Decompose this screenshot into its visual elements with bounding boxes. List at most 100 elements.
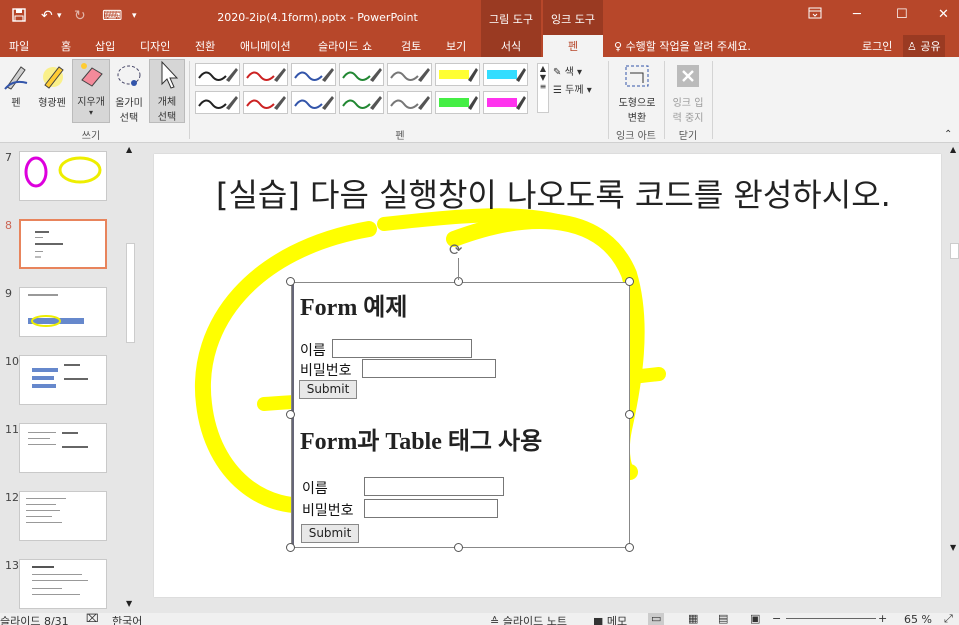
tab-format[interactable]: 서식 — [481, 35, 541, 57]
slideshow-icon[interactable]: ▣ — [750, 613, 760, 625]
scroll-thumb[interactable] — [126, 243, 135, 343]
pen-swatch[interactable] — [195, 91, 240, 114]
spellcheck-icon[interactable]: ⌧ — [86, 613, 99, 625]
save-icon[interactable] — [12, 8, 26, 26]
pen-swatch[interactable] — [387, 91, 432, 114]
undo-icon[interactable]: ↶ — [41, 8, 53, 24]
pen-swatch[interactable] — [195, 63, 240, 86]
password-input-2[interactable] — [364, 499, 498, 518]
pen-swatch[interactable] — [339, 63, 384, 86]
resize-handle[interactable] — [286, 543, 295, 552]
scroll-up-icon[interactable]: ▲ — [126, 145, 132, 154]
slide-title[interactable]: [실습] 다음 실행창이 나오도록 코드를 완성하시오. — [216, 177, 906, 213]
scroll-thumb[interactable] — [950, 243, 959, 259]
pen-swatch[interactable] — [339, 91, 384, 114]
comments-button[interactable]: ■ 메모 — [593, 613, 627, 625]
thickness-dropdown[interactable]: ☰ 두께 ▾ — [553, 81, 592, 96]
zoom-out-icon[interactable]: − — [772, 613, 781, 625]
customize-qat-icon[interactable]: ▾ — [132, 11, 137, 21]
pen-swatch[interactable] — [387, 63, 432, 86]
signin-link[interactable]: 로그인 — [862, 38, 892, 54]
color-dropdown[interactable]: ✎ 색 ▾ — [553, 63, 582, 78]
share-button[interactable]: ♙ 공유 — [903, 35, 945, 57]
name-input-2[interactable] — [364, 477, 504, 496]
editing-scrollbar[interactable]: ▲ ▼ — [950, 143, 959, 613]
pen-swatch[interactable] — [291, 63, 336, 86]
thumbnail-slide-11[interactable] — [19, 423, 107, 473]
tab-home[interactable]: 홈 — [61, 38, 71, 54]
scroll-down-icon[interactable]: ▼ — [126, 599, 132, 608]
gallery-up-icon[interactable]: ▲ — [538, 64, 548, 73]
tab-pen[interactable]: 펜 — [543, 35, 603, 57]
gallery-scroll[interactable]: ▲ ▼ ≡ — [537, 63, 549, 113]
name-input[interactable] — [332, 339, 472, 358]
pen-swatch[interactable] — [243, 91, 288, 114]
eraser-dropdown-icon[interactable]: ▾ — [73, 108, 109, 117]
ribbon-display-options-icon[interactable] — [808, 7, 822, 23]
pen-swatch[interactable] — [291, 91, 336, 114]
thumbnail-slide-13[interactable] — [19, 559, 107, 609]
selected-picture[interactable]: Form 예제 이름 비밀번호 Submit Form과 Table 태그 사용… — [291, 282, 630, 548]
submit-button[interactable]: Submit — [299, 380, 357, 399]
convert-to-shapes-button[interactable]: 도형으로 변환 — [612, 61, 662, 124]
thumbnail-slide-7[interactable] — [19, 151, 107, 201]
slide-sorter-icon[interactable]: ▦ — [688, 613, 698, 625]
lasso-select-button[interactable]: 올가미 선택 — [112, 61, 146, 124]
stop-inking-button[interactable]: 잉크 입 력 중지 — [667, 61, 709, 124]
normal-view-icon[interactable]: ▭ — [648, 613, 665, 625]
pen-swatch[interactable] — [435, 63, 480, 86]
pen-swatch[interactable] — [483, 63, 528, 86]
reading-view-icon[interactable]: ▤ — [718, 613, 728, 625]
tab-file[interactable]: 파일 — [9, 38, 29, 54]
zoom-level[interactable]: 65 % — [904, 613, 932, 625]
pen-swatch[interactable] — [243, 63, 288, 86]
minimize-button[interactable]: ─ — [853, 7, 861, 22]
password-input[interactable] — [362, 359, 496, 378]
thumbnail-slide-10[interactable] — [19, 355, 107, 405]
zoom-slider[interactable] — [786, 618, 876, 619]
pen-tool-button[interactable]: 펜 — [2, 61, 30, 109]
undo-dropdown-icon[interactable]: ▾ — [57, 11, 62, 21]
tab-insert[interactable]: 삽입 — [95, 38, 115, 54]
gallery-down-icon[interactable]: ▼ — [538, 73, 548, 82]
submit-button-2[interactable]: Submit — [301, 524, 359, 543]
resize-handle[interactable] — [625, 277, 634, 286]
object-select-button[interactable]: 개체 선택 — [149, 59, 185, 123]
person-icon: ♙ — [907, 40, 917, 53]
tab-slideshow[interactable]: 슬라이드 쇼 — [318, 38, 372, 54]
tab-view[interactable]: 보기 — [446, 38, 466, 54]
tell-me-search[interactable]: ♀ 수행할 작업을 알려 주세요. — [614, 38, 751, 54]
fit-to-window-icon[interactable]: ⤢ — [944, 613, 953, 625]
collapse-ribbon-icon[interactable]: ⌃ — [944, 129, 952, 140]
tab-design[interactable]: 디자인 — [140, 38, 170, 54]
notes-button[interactable]: ≙ 슬라이드 노트 — [490, 613, 567, 625]
scroll-up-icon[interactable]: ▲ — [950, 145, 956, 154]
thumbnail-scrollbar[interactable]: ▲ ▼ — [123, 143, 138, 613]
resize-handle[interactable] — [286, 277, 295, 286]
pen-swatch[interactable] — [435, 91, 480, 114]
tab-animations[interactable]: 애니메이션 — [240, 38, 291, 54]
gallery-more-icon[interactable]: ≡ — [538, 82, 548, 91]
language[interactable]: 한국어 — [112, 613, 142, 625]
close-button[interactable]: ✕ — [938, 7, 949, 22]
resize-handle[interactable] — [625, 410, 634, 419]
slide-number: 7 — [5, 151, 12, 164]
thumbnail-slide-8[interactable] — [19, 219, 107, 269]
maximize-button[interactable]: ☐ — [896, 7, 908, 22]
eraser-button[interactable]: 지우개 ▾ — [72, 59, 110, 123]
tab-transitions[interactable]: 전환 — [195, 38, 215, 54]
resize-handle[interactable] — [454, 543, 463, 552]
zoom-in-icon[interactable]: + — [878, 613, 887, 625]
rotate-handle-icon[interactable]: ⟳ — [449, 240, 462, 259]
from-beginning-icon[interactable]: ⌨ — [102, 8, 122, 24]
highlighter-button[interactable]: 형광펜 — [34, 61, 70, 109]
tab-review[interactable]: 검토 — [401, 38, 421, 54]
convert-shapes-icon — [625, 65, 649, 87]
scroll-down-icon[interactable]: ▼ — [950, 543, 956, 552]
resize-handle[interactable] — [286, 410, 295, 419]
resize-handle[interactable] — [625, 543, 634, 552]
pen-swatch[interactable] — [483, 91, 528, 114]
thumbnail-slide-12[interactable] — [19, 491, 107, 541]
redo-icon[interactable]: ↻ — [74, 8, 86, 24]
thumbnail-slide-9[interactable] — [19, 287, 107, 337]
